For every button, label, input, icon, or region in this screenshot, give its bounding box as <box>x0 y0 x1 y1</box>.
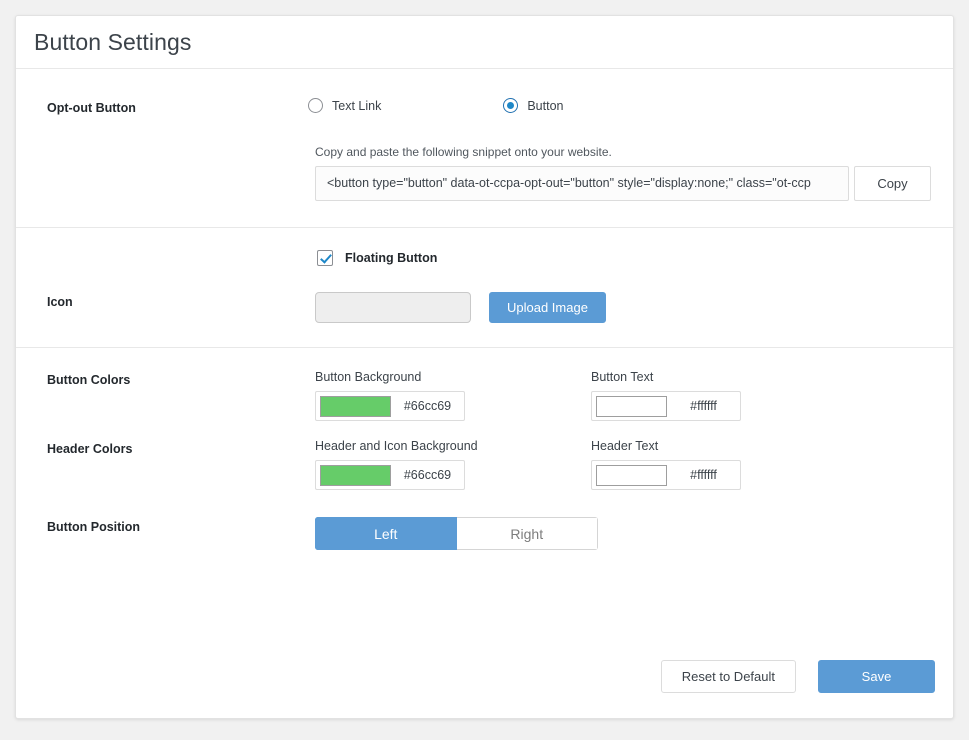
radio-option-button[interactable]: Button <box>503 98 563 113</box>
section-colors-position: Button Colors Button Background #66cc69 … <box>16 348 953 576</box>
header-background-hex: #66cc69 <box>403 468 452 482</box>
color-swatch[interactable] <box>596 395 667 417</box>
button-settings-card: Button Settings Opt-out Button Text Link… <box>15 15 954 719</box>
header-background-picker[interactable]: #66cc69 <box>315 460 465 490</box>
color-swatch[interactable] <box>596 464 667 486</box>
header-background-field: Header and Icon Background #66cc69 <box>308 439 584 490</box>
icon-path-input[interactable] <box>315 292 471 323</box>
header-background-caption: Header and Icon Background <box>315 439 478 453</box>
floating-button-row[interactable]: Floating Button <box>16 250 953 266</box>
header-colors-content: Header and Icon Background #66cc69 Heade… <box>308 439 953 490</box>
optout-radio-group: Text Link Button <box>308 98 953 113</box>
optout-row: Opt-out Button Text Link Button Copy and… <box>16 98 953 201</box>
radio-option-text-link[interactable]: Text Link <box>308 98 381 113</box>
radio-circle-icon <box>308 98 323 113</box>
header-text-picker[interactable]: #ffffff <box>591 460 741 490</box>
button-background-field: Button Background #66cc69 <box>308 370 584 421</box>
header-text-caption: Header Text <box>591 439 659 453</box>
page-title: Button Settings <box>34 28 192 55</box>
button-position-label: Button Position <box>47 520 141 534</box>
radio-circle-selected-icon <box>503 98 519 113</box>
position-option-right[interactable]: Right <box>456 517 598 550</box>
icon-label: Icon <box>47 295 73 309</box>
header-colors-block: Header and Icon Background #66cc69 Heade… <box>308 439 953 490</box>
radio-label-button: Button <box>527 98 564 113</box>
header-text-field: Header Text #ffffff <box>584 439 860 490</box>
button-position-row: Button Position Left Right <box>16 517 953 550</box>
button-background-picker[interactable]: #66cc69 <box>315 391 465 421</box>
section-optout-button: Opt-out Button Text Link Button Copy and… <box>16 69 953 228</box>
optout-content: Text Link Button Copy and paste the foll… <box>308 98 953 201</box>
checkmark-icon[interactable] <box>317 250 333 266</box>
snippet-input[interactable]: <button type="button" data-ot-ccpa-opt-o… <box>315 166 849 201</box>
icon-row: Icon Upload Image <box>16 292 953 323</box>
section-icon: Floating Button Icon Upload Image <box>16 228 953 348</box>
header-colors-row: Header Colors Header and Icon Background… <box>16 439 953 490</box>
icon-controls: Upload Image <box>308 292 953 323</box>
button-colors-row: Button Colors Button Background #66cc69 … <box>16 370 953 421</box>
position-option-left[interactable]: Left <box>315 517 457 550</box>
radio-label-text-link: Text Link <box>332 98 382 113</box>
icon-content: Upload Image <box>308 292 953 323</box>
button-text-picker[interactable]: #ffffff <box>591 391 741 421</box>
button-position-content: Left Right <box>308 517 953 550</box>
color-swatch[interactable] <box>320 395 391 417</box>
button-text-hex: #ffffff <box>690 399 717 413</box>
button-background-hex: #66cc69 <box>403 399 452 413</box>
header-colors-label: Header Colors <box>47 442 133 456</box>
color-swatch[interactable] <box>320 464 391 486</box>
card-footer: Reset to Default Save <box>16 634 953 718</box>
button-background-caption: Button Background <box>315 370 422 384</box>
button-position-toggle-group: Left Right <box>315 517 598 550</box>
optout-label: Opt-out Button <box>47 101 136 115</box>
button-colors-label: Button Colors <box>47 373 131 387</box>
button-colors-block: Button Background #66cc69 Button Text #f… <box>308 370 953 421</box>
save-button[interactable]: Save <box>818 659 935 693</box>
card-header: Button Settings <box>16 16 953 69</box>
floating-button-label: Floating Button <box>345 251 438 265</box>
copy-button[interactable]: Copy <box>854 166 931 201</box>
upload-image-button[interactable]: Upload Image <box>489 292 606 323</box>
snippet-row: <button type="button" data-ot-ccpa-opt-o… <box>308 166 953 201</box>
button-text-caption: Button Text <box>591 370 654 384</box>
header-text-hex: #ffffff <box>690 468 717 482</box>
snippet-help-text: Copy and paste the following snippet ont… <box>315 145 612 159</box>
button-text-field: Button Text #ffffff <box>584 370 860 421</box>
button-colors-content: Button Background #66cc69 Button Text #f… <box>308 370 953 421</box>
reset-to-default-button[interactable]: Reset to Default <box>660 659 796 693</box>
